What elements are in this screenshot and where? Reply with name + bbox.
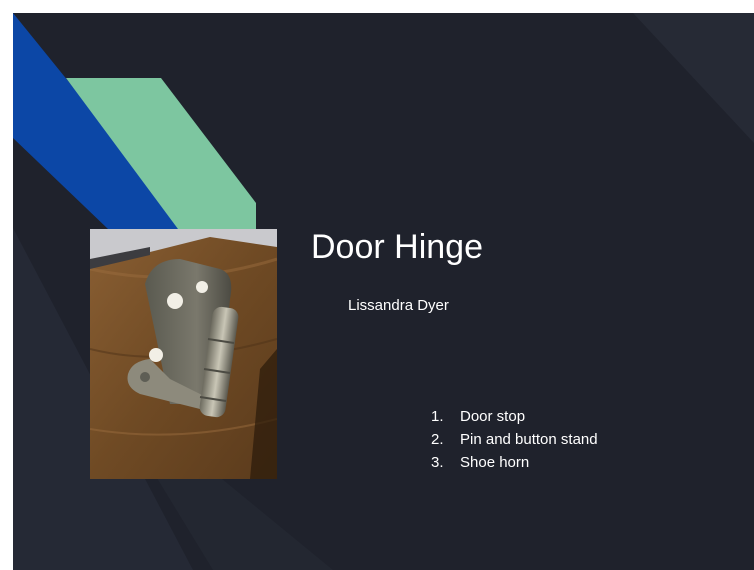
deco-top-right-band xyxy=(633,13,754,143)
slide-canvas: Door Hinge Lissandra Dyer 1. Door stop 2.… xyxy=(13,13,754,570)
door-hinge-photo xyxy=(90,229,277,479)
list-item: 2. Pin and button stand xyxy=(431,428,598,451)
list-item-number: 3. xyxy=(431,454,444,471)
list-item-number: 2. xyxy=(431,431,444,448)
hinge-photo-icon xyxy=(90,229,277,479)
list-item-text: Shoe horn xyxy=(460,454,530,471)
slide-author: Lissandra Dyer xyxy=(348,297,449,314)
list-item-number: 1. xyxy=(431,408,444,425)
list-item: 1. Door stop xyxy=(431,405,598,428)
numbered-list: 1. Door stop 2. Pin and button stand 3. Sho… xyxy=(431,405,598,474)
list-item: 3. Shoe horn xyxy=(431,451,598,474)
slide-title: Door Hinge xyxy=(311,228,483,266)
list-item-text: Pin and button stand xyxy=(460,431,598,448)
list-item-text: Door stop xyxy=(460,408,526,425)
